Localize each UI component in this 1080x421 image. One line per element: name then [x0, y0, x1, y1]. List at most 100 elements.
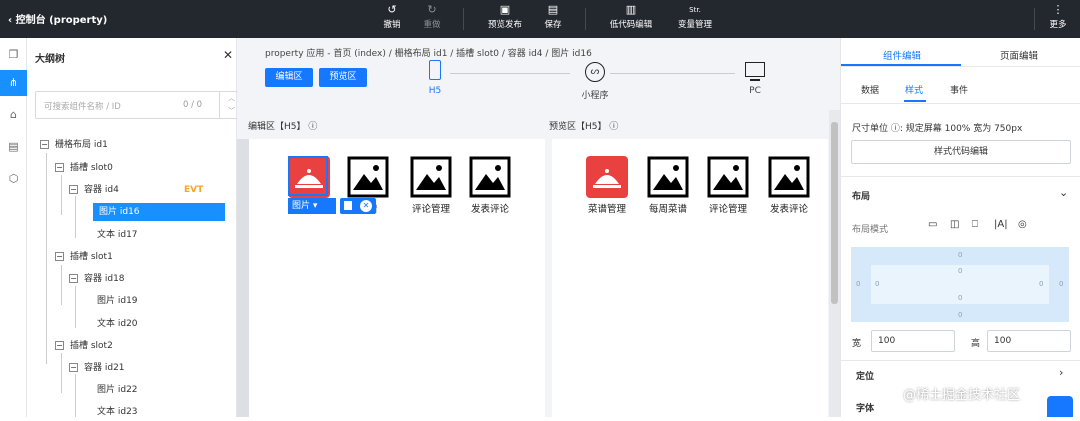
lowcode-edit-button[interactable]: ▥ 低代码编辑 — [601, 2, 661, 30]
padding-top-value[interactable]: 0 — [958, 267, 962, 275]
inline-block-layout-icon[interactable]: ◫ — [950, 219, 959, 230]
image-placeholder-icon — [707, 156, 749, 198]
outline-search-input[interactable]: 可搜索组件名称 / ID 0 / 0 ︿ ﹀ — [35, 91, 243, 119]
pages-icon[interactable]: ❐ — [0, 42, 27, 68]
tree-node[interactable]: − 容器 id21 — [69, 359, 125, 377]
tree-node[interactable]: 文本 id20 — [97, 315, 138, 333]
variable-icon: Str. — [689, 6, 701, 14]
canvas-gutter — [237, 139, 249, 417]
tree-guide — [61, 175, 62, 215]
tree-node[interactable]: − 容器 id18 — [69, 270, 125, 288]
padding-left-value[interactable]: 0 — [875, 280, 879, 288]
tree-node[interactable]: 文本 id23 — [97, 403, 138, 421]
hidden-layout-icon[interactable]: ◎ — [1018, 219, 1027, 230]
variable-manage-label: 变量管理 — [677, 20, 712, 30]
device-pc[interactable]: PC — [740, 62, 770, 96]
chevron-right-icon[interactable]: › — [1059, 366, 1063, 379]
tree-node[interactable]: − 插槽 slot0 — [55, 159, 113, 177]
position-section-title[interactable]: 定位 — [856, 369, 874, 382]
device-miniprogram[interactable]: ᔕ 小程序 — [575, 62, 615, 101]
tree-node[interactable]: − 容器 id4 — [69, 181, 119, 199]
breadcrumb: property 应用 - 首页 (index) / 栅格布局 id1 / 插槽… — [265, 49, 592, 59]
margin-right-value[interactable]: 0 — [1059, 280, 1063, 288]
divider — [840, 66, 1080, 67]
tree-node[interactable]: 文本 id17 — [97, 226, 138, 244]
width-input[interactable]: 100 — [871, 330, 955, 352]
selection-tag[interactable]: 图片 ▾ — [288, 198, 336, 214]
image-placeholder-icon — [469, 156, 511, 198]
height-input[interactable]: 100 — [987, 330, 1071, 352]
monitor-icon — [745, 62, 765, 77]
preview-area-button[interactable]: 预览区 — [319, 68, 367, 87]
tree-guide — [61, 353, 62, 393]
search-count: 0 / 0 — [183, 100, 203, 110]
padding-right-value[interactable]: 0 — [1039, 280, 1043, 288]
edit-item[interactable]: 发表评论 — [462, 156, 518, 215]
variable-manage-button[interactable]: Str. 变量管理 — [667, 2, 723, 30]
image-placeholder-icon — [647, 156, 689, 198]
watermark: @稀土掘金技术社区 — [903, 388, 1021, 403]
assets-icon[interactable]: ▤ — [0, 134, 27, 160]
preview-icon: ▣ — [499, 3, 511, 16]
tree-node-selected[interactable]: 图片 id16 — [93, 203, 225, 221]
margin-bottom-value[interactable]: 0 — [958, 311, 962, 319]
phone-icon — [429, 60, 441, 80]
settings-icon[interactable]: ⬡ — [0, 166, 27, 192]
tab-page-edit[interactable]: 页面编辑 — [1000, 48, 1038, 62]
preview-item-caption: 每周菜谱 — [648, 204, 687, 215]
components-icon[interactable]: ⌂ — [0, 102, 27, 128]
image-placeholder-icon — [768, 156, 810, 198]
app-title: 控制台 (property) — [15, 15, 108, 26]
tree-node[interactable]: − 插槽 slot1 — [55, 248, 113, 266]
save-icon: ▤ — [547, 3, 559, 16]
more-button[interactable]: ⋮ 更多 — [1036, 2, 1080, 30]
tree-node[interactable]: − 插槽 slot2 — [55, 337, 113, 355]
device-line — [610, 73, 735, 74]
image-placeholder-icon — [410, 156, 452, 198]
box-model-editor[interactable]: 0 0 0 0 0 0 0 0 — [851, 247, 1069, 322]
chat-icon[interactable] — [1047, 396, 1073, 417]
font-section-title[interactable]: 字体 — [856, 401, 874, 414]
close-icon[interactable]: ✕ — [223, 48, 233, 62]
image-placeholder-icon — [347, 156, 389, 198]
flex-layout-icon[interactable]: ⎕ — [972, 219, 978, 230]
subtab-data[interactable]: 数据 — [861, 83, 879, 96]
dish-cover-icon — [586, 156, 628, 198]
margin-top-value[interactable]: 0 — [958, 251, 962, 259]
scrollbar-thumb[interactable] — [831, 122, 838, 304]
save-button[interactable]: ▤ 保存 — [529, 2, 577, 30]
device-label: H5 — [428, 86, 442, 96]
back-title[interactable]: ‹ 控制台 (property) — [8, 11, 107, 26]
tree-node[interactable]: 图片 id22 — [97, 381, 138, 399]
preview-publish-button[interactable]: ▣ 预览发布 — [481, 2, 529, 30]
selection-actions: ✕ — [340, 198, 376, 214]
device-label: PC — [749, 86, 761, 96]
style-code-edit-button[interactable]: 样式代码编辑 — [851, 140, 1071, 164]
tab-component-edit[interactable]: 组件编辑 — [883, 48, 921, 62]
edit-item-caption: 评论管理 — [411, 204, 450, 215]
margin-left-value[interactable]: 0 — [856, 280, 860, 288]
redo-button[interactable]: ↻ 重做 — [408, 2, 456, 30]
block-layout-icon[interactable]: ▭ — [928, 219, 937, 230]
monitor-stand — [750, 79, 760, 81]
divider — [840, 103, 1080, 104]
inline-layout-icon[interactable]: |A| — [994, 219, 1008, 230]
height-label: 高 — [971, 339, 981, 349]
preview-publish-label: 预览发布 — [487, 20, 522, 30]
preview-item: 发表评论 — [761, 156, 817, 215]
padding-bottom-value[interactable]: 0 — [958, 294, 962, 302]
delete-icon[interactable]: ✕ — [360, 200, 372, 212]
copy-icon[interactable] — [344, 201, 352, 210]
tree-node[interactable]: 图片 id19 — [97, 292, 138, 310]
tree-node[interactable]: − 栅格布局 id1 — [40, 136, 108, 154]
edit-item[interactable]: 评论管理 — [403, 156, 459, 215]
edit-area-button[interactable]: 编辑区 — [265, 68, 313, 87]
selection-outline — [288, 156, 328, 196]
top-bar: ‹ 控制台 (property) ↺ 撤销 ↻ 重做 ▣ 预览发布 ▤ 保存 ▥ 低代码编… — [0, 0, 1080, 38]
device-h5[interactable]: H5 — [420, 60, 450, 96]
subtab-event[interactable]: 事件 — [950, 83, 968, 96]
subtab-style[interactable]: 样式 — [905, 83, 923, 96]
outline-tree-icon[interactable]: ⋔ — [0, 70, 27, 96]
edit-area-label: 编辑区【H5】 ⓘ — [248, 122, 318, 132]
chevron-down-icon[interactable]: ⌄ — [1059, 186, 1068, 199]
